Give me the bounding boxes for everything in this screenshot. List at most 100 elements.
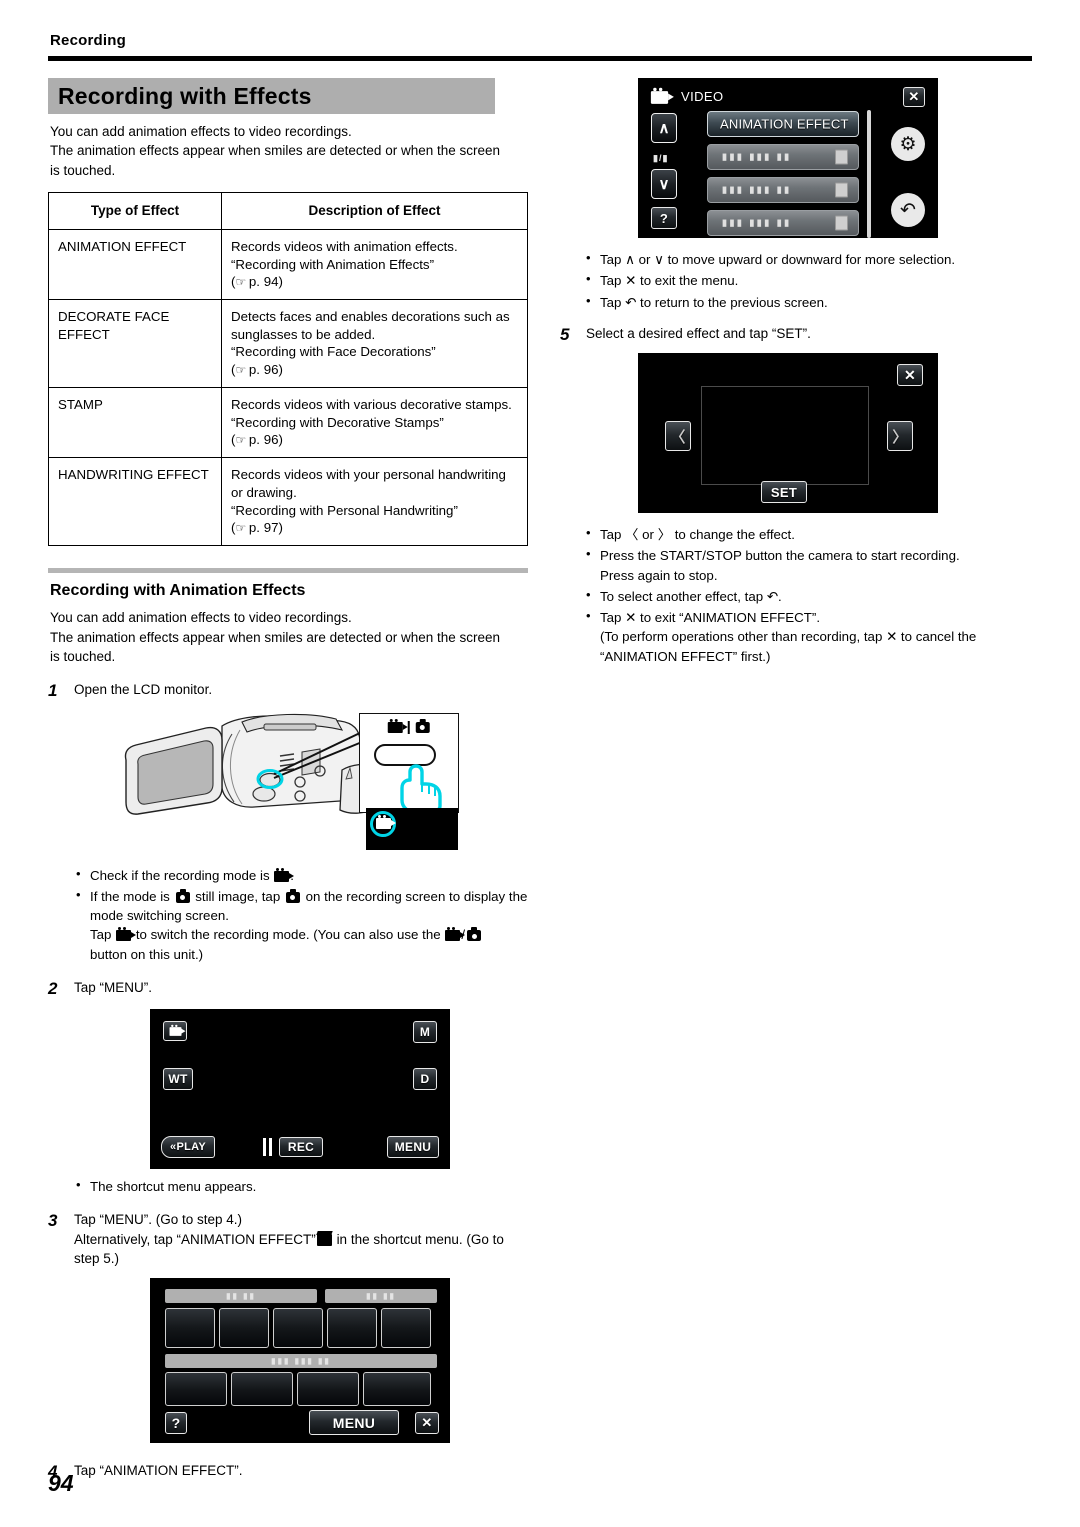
- screen-rec-button[interactable]: REC: [279, 1137, 323, 1158]
- shortcut-tile[interactable]: [165, 1372, 227, 1407]
- shortcut-tile[interactable]: [327, 1308, 377, 1349]
- cell-effect-description: Records videos with your personal handwr…: [221, 457, 528, 547]
- desc-line-2: “Recording with Animation Effects”: [231, 256, 434, 272]
- lcd-video-menu-screen: VIDEO ✕ ∧ ▮/▮ ∨ ? ANIMATION EFFECT ▮▮▮ ▮…: [638, 78, 938, 238]
- bullet-exit-animation-effect: Tap ✕ to exit “ANIMATION EFFECT”. (To pe…: [584, 607, 1040, 666]
- bullet-return-previous: Tap ↶ to return to the previous screen.: [584, 292, 1040, 312]
- set-screen-bullets: Tap 〈 or 〉 to change the effect. Press t…: [584, 524, 1040, 666]
- video-menu-back-button[interactable]: ↶: [891, 193, 925, 227]
- intro-line-2: The animation effects appear when smiles…: [50, 143, 501, 159]
- video-menu-bullets: Tap ∧ or ∨ to move upward or downward fo…: [584, 249, 1040, 312]
- shortcut-tile[interactable]: [273, 1308, 323, 1349]
- video-menu-title: VIDEO: [681, 89, 724, 104]
- desc-line-2: “Recording with Face Decorations”: [231, 344, 436, 360]
- screen-m-button[interactable]: M: [413, 1021, 437, 1044]
- bullet-check-mode: Check if the recording mode is .: [74, 865, 528, 885]
- shortcut-group-label-3: ▮▮▮ ▮▮▮ ▮▮: [165, 1354, 437, 1369]
- mode-switch-callout: [359, 712, 459, 813]
- bullet-switch-mode: If the mode is still image, tap on the r…: [74, 886, 528, 964]
- step-1-bullets: Check if the recording mode is . If the …: [74, 865, 528, 964]
- pointing-finger-icon: [400, 763, 442, 812]
- lcd-effect-select-screen: ✕ 〈 〉 SET: [638, 353, 938, 514]
- video-menu-item-label: ▮▮▮ ▮▮▮ ▮▮: [722, 184, 792, 195]
- effect-preview-area: [701, 386, 869, 486]
- shortcut-group-label-1: ▮▮ ▮▮: [165, 1289, 317, 1304]
- video-menu-item[interactable]: ▮▮▮ ▮▮▮ ▮▮: [707, 177, 859, 203]
- set-screen-next-button[interactable]: 〉: [887, 421, 913, 452]
- divider: [407, 720, 410, 734]
- video-menu-item[interactable]: ▮▮▮ ▮▮▮ ▮▮: [707, 144, 859, 170]
- video-menu-gear-button[interactable]: ⚙: [891, 127, 925, 161]
- bullet-move-selection: Tap ∧ or ∨ to move upward or downward fo…: [584, 249, 1040, 269]
- screen-menu-button[interactable]: MENU: [387, 1136, 439, 1159]
- step-1: 1 Open the LCD monitor.: [48, 680, 528, 701]
- video-menu-down-button[interactable]: ∨: [651, 169, 677, 199]
- pause-icon: [263, 1138, 266, 1157]
- video-menu-item[interactable]: ▮▮▮ ▮▮▮ ▮▮: [707, 210, 859, 236]
- set-screen-prev-button[interactable]: 〈: [665, 421, 691, 452]
- page-title: Recording with Effects: [58, 82, 312, 109]
- video-mode-icon: [387, 718, 408, 733]
- cell-effect-description: Records videos with various decorative s…: [221, 387, 528, 459]
- screen-rec-group: REC: [263, 1137, 323, 1158]
- video-menu-close-button[interactable]: ✕: [903, 87, 925, 107]
- desc-line-1: Detects faces and enables decorations su…: [231, 309, 510, 342]
- screen-play-button[interactable]: «PLAY: [161, 1136, 215, 1159]
- bullet-select-another: To select another effect, tap ↶.: [584, 586, 1040, 606]
- pointing-hand-icon: ☞: [235, 433, 246, 448]
- shortcut-tile[interactable]: [165, 1308, 215, 1349]
- video-menu-page-indicator: ▮/▮: [653, 153, 669, 163]
- step-2-bullets: The shortcut menu appears.: [74, 1176, 528, 1196]
- step-text: Open the LCD monitor.: [74, 682, 213, 698]
- lcd-shortcut-menu-screen: ▮▮ ▮▮ ▮▮ ▮▮ ▮▮▮ ▮▮▮ ▮▮ ? MENU ✕: [150, 1278, 450, 1444]
- shortcut-close-button[interactable]: ✕: [415, 1412, 439, 1435]
- shortcut-help-button[interactable]: ?: [165, 1412, 187, 1435]
- step-number: 3: [48, 1211, 58, 1231]
- table-row: ANIMATION EFFECT Records videos with ani…: [48, 228, 528, 301]
- shortcut-menu-button[interactable]: MENU: [309, 1410, 399, 1436]
- step-text: Tap “ANIMATION EFFECT”.: [74, 1463, 243, 1479]
- screen-video-mode-button[interactable]: [163, 1021, 187, 1042]
- shortcut-tile[interactable]: [381, 1308, 431, 1349]
- video-mode-icon: [169, 1024, 185, 1036]
- cell-effect-type: DECORATE FACE EFFECT: [48, 299, 222, 389]
- video-menu-up-button[interactable]: ∧: [651, 113, 677, 143]
- section-title-bar: Recording with Effects: [48, 78, 495, 114]
- back-arrow-icon: ↶: [766, 588, 778, 604]
- desc-line-2: “Recording with Personal Handwriting”: [231, 502, 458, 518]
- close-icon: ✕: [886, 629, 898, 645]
- recording-mode-indicator-strip: [366, 807, 458, 850]
- video-menu-item-selected[interactable]: ANIMATION EFFECT: [707, 111, 859, 137]
- desc-line-1: Records videos with animation effects.: [231, 238, 458, 254]
- set-screen-set-button[interactable]: SET: [761, 481, 807, 504]
- desc-line-1: Records videos with your personal handwr…: [231, 467, 506, 501]
- bullet-exit-menu: Tap ✕ to exit the menu.: [584, 270, 1040, 290]
- video-menu-help-button[interactable]: ?: [651, 207, 677, 229]
- step-number: 1: [48, 681, 58, 701]
- table-row: HANDWRITING EFFECT Records videos with y…: [48, 457, 528, 547]
- step-text: Tap “MENU”.: [74, 979, 153, 995]
- video-menu-scrollbar[interactable]: [867, 110, 871, 238]
- animation-effect-icon: [316, 1233, 332, 1246]
- screen-wt-button[interactable]: WT: [163, 1068, 193, 1091]
- intro-line-1: You can add animation effects to video r…: [50, 124, 352, 139]
- step-number: 2: [48, 978, 58, 998]
- bullet-shortcut-menu: The shortcut menu appears.: [74, 1176, 528, 1196]
- shortcut-tile[interactable]: [219, 1308, 269, 1349]
- video-mode-icon: [375, 815, 396, 830]
- bullet-change-effect: Tap 〈 or 〉 to change the effect.: [584, 524, 1040, 544]
- shortcut-tile[interactable]: [297, 1372, 359, 1407]
- table-header-row: Type of Effect Description of Effect: [48, 191, 528, 230]
- desc-line-1: Records videos with various decorative s…: [231, 397, 512, 413]
- camcorder-illustration: [114, 708, 474, 858]
- set-screen-close-button[interactable]: ✕: [897, 364, 923, 387]
- cell-effect-type: ANIMATION EFFECT: [48, 228, 222, 301]
- still-mode-icon: [285, 888, 300, 903]
- step-text: Tap “MENU”. (Go to step 4.) Alternativel…: [74, 1210, 528, 1268]
- screen-d-button[interactable]: D: [413, 1068, 437, 1091]
- up-chevron-icon: ∧: [625, 252, 635, 267]
- shortcut-tile[interactable]: [231, 1372, 293, 1407]
- page-reference: (☞ p. 97): [231, 520, 283, 536]
- shortcut-tile[interactable]: [363, 1372, 431, 1407]
- video-mode-highlight: [370, 810, 396, 837]
